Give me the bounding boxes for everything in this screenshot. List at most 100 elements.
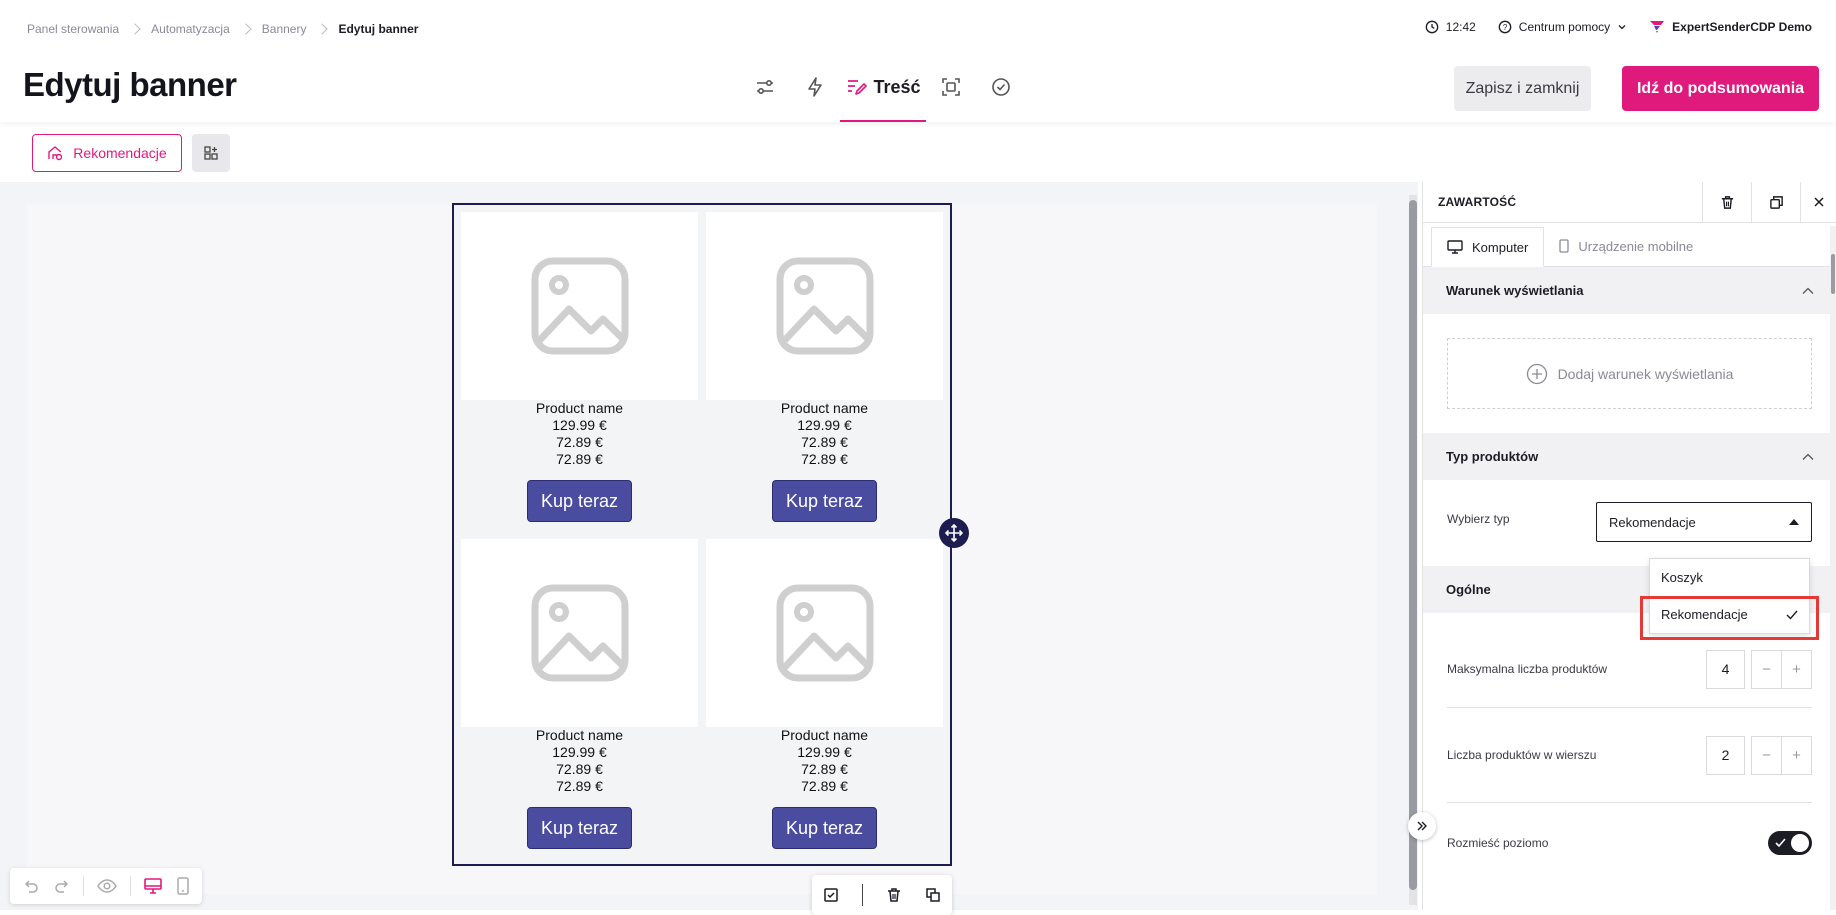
lightning-icon (808, 77, 822, 97)
product-name: Product name (780, 400, 869, 416)
product-price-3: 72.89 € (801, 451, 848, 467)
option-label: Koszyk (1661, 570, 1703, 585)
save-and-close-button[interactable]: Zapisz i zamknij (1454, 66, 1591, 111)
buy-now-button[interactable]: Kup teraz (772, 807, 877, 849)
caret-up-icon (1789, 519, 1799, 525)
scrollbar-thumb[interactable] (1409, 200, 1417, 890)
step-summary[interactable] (976, 70, 1026, 122)
redo-icon (55, 880, 68, 893)
decrement-button[interactable]: − (1751, 649, 1782, 689)
buy-now-button[interactable]: Kup teraz (527, 807, 632, 849)
clock-icon (1425, 20, 1439, 34)
canvas-scrollbar[interactable] (1409, 195, 1417, 905)
collapse-panel-button[interactable] (1408, 812, 1436, 840)
breadcrumb-item[interactable]: Bannery (262, 22, 307, 36)
product-type-label: Wybierz typ (1447, 512, 1510, 526)
option-label: Rekomendacje (1661, 607, 1748, 622)
recommendations-icon (48, 146, 63, 161)
chevron-right-icon (240, 23, 252, 35)
per-row-value[interactable]: 2 (1706, 735, 1745, 775)
chevron-right-icon (316, 23, 329, 35)
product-card[interactable]: Product name 129.99 € 72.89 € 72.89 € Ku… (461, 539, 698, 859)
increment-button[interactable]: + (1781, 649, 1812, 689)
recommendation-banner[interactable]: Product name 129.99 € 72.89 € 72.89 € Ku… (452, 203, 952, 866)
product-price-2: 72.89 € (556, 761, 603, 777)
horizontal-layout-toggle[interactable] (1768, 831, 1812, 855)
checkbox-icon (824, 888, 839, 902)
scrollbar-thumb[interactable] (1831, 254, 1835, 294)
add-display-condition-button[interactable]: Dodaj warunek wyświetlania (1447, 338, 1812, 409)
properties-panel: ZAWARTOŚĆ Komputer Urządzenie mobilne Wa… (1422, 181, 1836, 910)
section-display-condition[interactable]: Warunek wyświetlania (1423, 267, 1836, 314)
breadcrumb-current: Edytuj banner (338, 22, 419, 36)
move-handle[interactable] (939, 518, 969, 548)
tab-mobile[interactable]: Urządzenie mobilne (1544, 226, 1708, 266)
help-center-label: Centrum pomocy (1518, 20, 1611, 34)
mobile-icon (1559, 239, 1570, 253)
account-menu[interactable]: ExpertSenderCDP Demo (1649, 20, 1812, 34)
product-price-2: 72.89 € (801, 434, 848, 450)
help-center-menu[interactable]: ? Centrum pomocy (1498, 20, 1627, 34)
per-row-row: Liczba produktów w wierszu 2 − + (1423, 708, 1836, 802)
step-content[interactable]: Treść (840, 70, 926, 122)
undo-button[interactable] (22, 877, 40, 895)
breadcrumb-item[interactable]: Automatyzacja (151, 22, 230, 36)
svg-text:?: ? (1503, 23, 1508, 32)
delete-block-button[interactable] (886, 887, 902, 903)
product-name: Product name (780, 727, 869, 743)
close-panel-button[interactable] (1800, 181, 1836, 223)
product-price: 129.99 € (552, 417, 607, 433)
tab-desktop[interactable]: Komputer (1431, 227, 1545, 267)
desktop-view-button[interactable] (143, 877, 163, 895)
preview-button[interactable] (97, 877, 117, 895)
dropdown-option-koszyk[interactable]: Koszyk (1650, 559, 1809, 596)
recommendations-block-button[interactable]: Rekomendacje (32, 134, 182, 172)
image-placeholder (706, 212, 943, 400)
product-price-3: 72.89 € (556, 778, 603, 794)
product-price: 129.99 € (797, 744, 852, 760)
duplicate-icon (1769, 195, 1783, 209)
image-placeholder (706, 539, 943, 727)
duplicate-element-button[interactable] (1751, 181, 1800, 223)
plus-circle-icon (1526, 363, 1547, 384)
breadcrumb: Panel sterowania Automatyzacja Bannery E… (27, 22, 418, 36)
step-preview[interactable] (926, 70, 976, 122)
move-arrows-icon (945, 524, 963, 542)
step-settings[interactable] (740, 70, 790, 122)
trash-icon (887, 888, 900, 902)
clock-display: 12:42 (1425, 20, 1476, 34)
increment-button[interactable]: + (1781, 735, 1812, 775)
product-type-select[interactable]: Rekomendacje (1596, 502, 1812, 542)
chevron-down-icon (1618, 25, 1626, 30)
product-card[interactable]: Product name 129.99 € 72.89 € 72.89 € Ku… (461, 212, 698, 532)
image-placeholder (461, 212, 698, 400)
decrement-button[interactable]: − (1751, 735, 1782, 775)
tab-desktop-label: Komputer (1472, 239, 1529, 255)
buy-now-button[interactable]: Kup teraz (527, 480, 632, 522)
layout-block-button[interactable] (192, 134, 230, 172)
product-card[interactable]: Product name 129.99 € 72.89 € 72.89 € Ku… (706, 539, 943, 859)
section-product-type[interactable]: Typ produktów (1423, 433, 1836, 480)
go-to-summary-button[interactable]: Idź do podsumowania (1622, 66, 1819, 111)
divider (129, 876, 131, 896)
image-placeholder (461, 539, 698, 727)
duplicate-block-button[interactable] (925, 887, 941, 903)
max-products-value[interactable]: 4 (1706, 649, 1745, 689)
panel-scrollbar[interactable] (1830, 226, 1836, 910)
mobile-view-button[interactable] (176, 877, 190, 895)
dropdown-option-rekomendacje[interactable]: Rekomendacje (1650, 596, 1809, 633)
product-price-3: 72.89 € (801, 778, 848, 794)
select-block-button[interactable] (823, 887, 839, 903)
breadcrumb-item[interactable]: Panel sterowania (27, 22, 119, 36)
buy-now-button[interactable]: Kup teraz (772, 480, 877, 522)
product-card[interactable]: Product name 129.99 € 72.89 € 72.89 € Ku… (706, 212, 943, 532)
image-placeholder-icon (776, 257, 873, 355)
add-display-condition-label: Dodaj warunek wyświetlania (1557, 365, 1734, 382)
block-actions-toolbar (812, 875, 952, 915)
image-placeholder-icon (776, 584, 873, 682)
image-placeholder-icon (531, 584, 628, 682)
step-trigger[interactable] (790, 70, 840, 122)
redo-button[interactable] (53, 877, 71, 895)
undo-icon (25, 880, 39, 893)
delete-element-button[interactable] (1702, 181, 1751, 223)
